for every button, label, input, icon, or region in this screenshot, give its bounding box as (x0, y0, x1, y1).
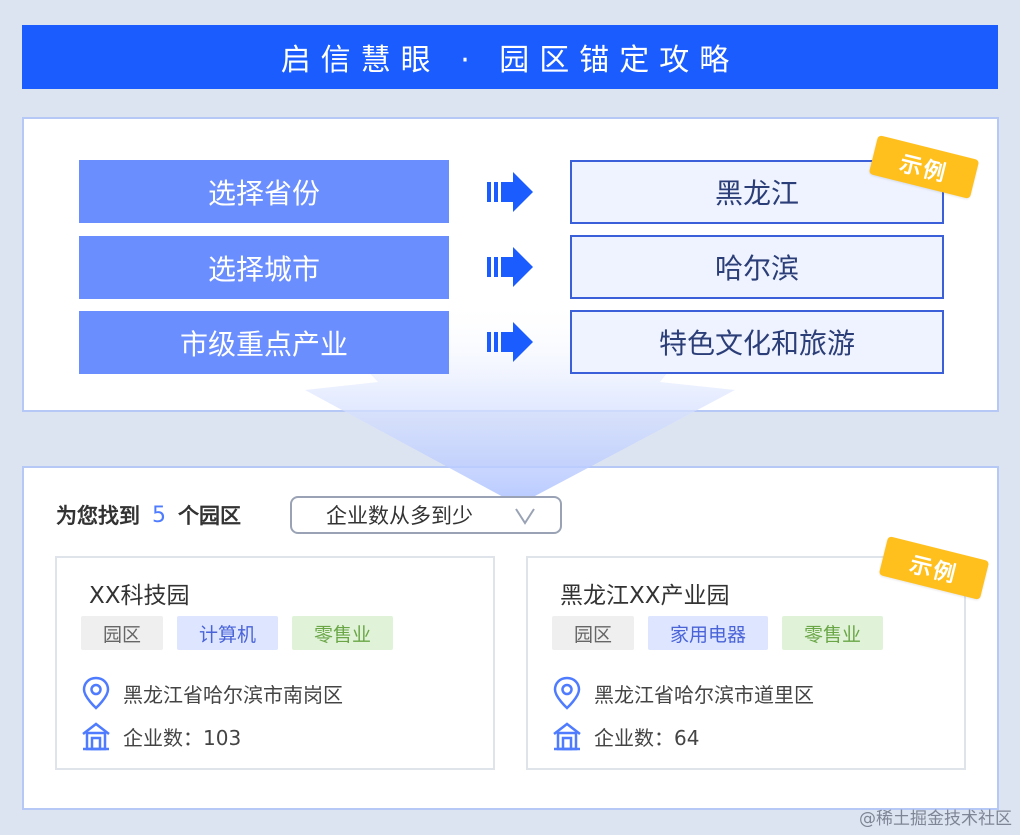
watermark: @稀土掘金技术社区 (859, 809, 1012, 829)
select-city-button[interactable]: 选择城市 (79, 236, 449, 299)
results-count: 5 (152, 502, 166, 528)
building-icon (82, 722, 110, 751)
park-card[interactable]: 黑龙江XX产业园 园区 家用电器 零售业 黑龙江省哈尔滨市道里区 企业数：64 (526, 556, 966, 770)
results-summary: 为您找到 5 个园区 (56, 500, 241, 530)
park-enterprise-count-text: 企业数：103 (123, 725, 242, 750)
chevron-down-icon (515, 508, 535, 525)
park-address-text: 黑龙江省哈尔滨市道里区 (594, 682, 814, 707)
sort-value: 企业数从多到少 (326, 504, 473, 528)
park-enterprise-count: 企业数：103 (81, 721, 241, 751)
sort-dropdown[interactable]: 企业数从多到少 (290, 496, 562, 534)
tag-sector: 零售业 (292, 616, 394, 650)
park-card[interactable]: XX科技园 园区 计算机 零售业 黑龙江省哈尔滨市南岗区 企业数：103 (55, 556, 495, 770)
park-name: XX科技园 (89, 583, 190, 609)
tag-type: 园区 (552, 616, 635, 650)
park-address: 黑龙江省哈尔滨市南岗区 (81, 676, 343, 710)
city-value: 哈尔滨 (570, 235, 944, 299)
industry-value: 特色文化和旅游 (570, 310, 944, 374)
tag-industry: 家用电器 (648, 616, 769, 650)
park-tags: 园区 家用电器 零售业 (552, 616, 884, 650)
park-address-text: 黑龙江省哈尔滨市南岗区 (123, 682, 343, 707)
double-arrow-right-icon (487, 322, 533, 362)
park-enterprise-count-text: 企业数：64 (594, 725, 700, 750)
location-pin-icon (82, 676, 110, 710)
results-prefix: 为您找到 (56, 504, 140, 528)
tag-type: 园区 (81, 616, 164, 650)
double-arrow-right-icon (487, 247, 533, 287)
park-name: 黑龙江XX产业园 (560, 583, 730, 609)
tag-sector: 零售业 (782, 616, 884, 650)
double-arrow-right-icon (487, 172, 533, 212)
park-enterprise-count: 企业数：64 (552, 721, 699, 751)
results-suffix: 个园区 (178, 504, 241, 528)
park-tags: 园区 计算机 零售业 (81, 616, 394, 650)
page-title: 启信慧眼 · 园区锚定攻略 (22, 25, 998, 89)
tag-industry: 计算机 (177, 616, 279, 650)
select-industry-button[interactable]: 市级重点产业 (79, 311, 449, 374)
park-address: 黑龙江省哈尔滨市道里区 (552, 676, 814, 710)
building-icon (553, 722, 581, 751)
location-pin-icon (553, 676, 581, 710)
select-province-button[interactable]: 选择省份 (79, 160, 449, 223)
